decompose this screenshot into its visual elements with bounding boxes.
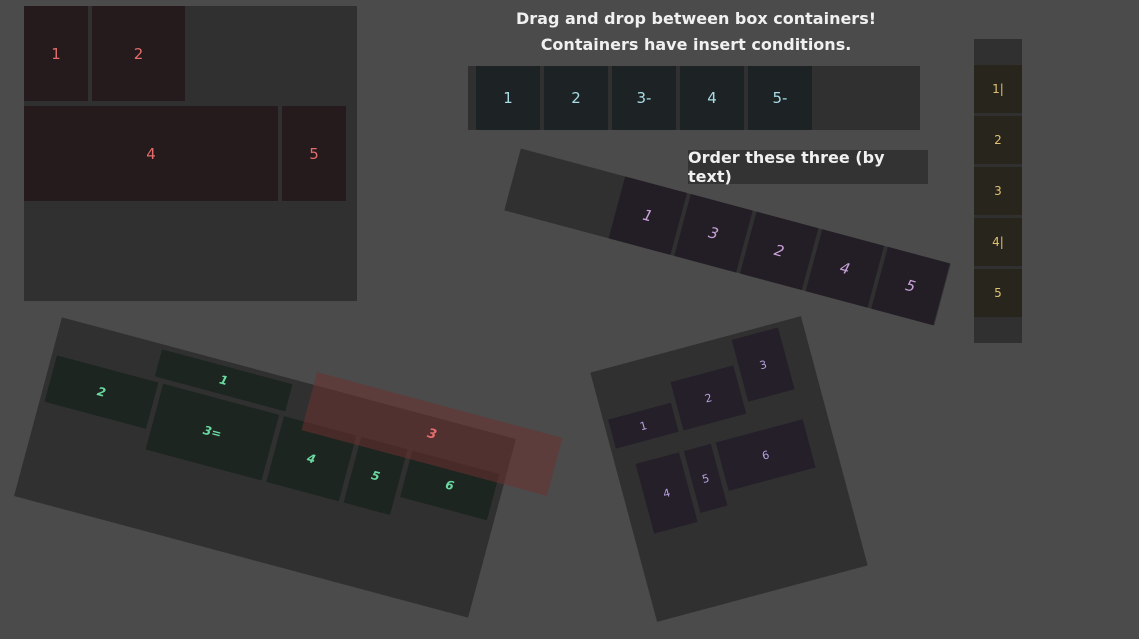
vertical-box-5[interactable]: 5 xyxy=(974,269,1022,317)
tilted-wrap-box-2[interactable]: 2 xyxy=(670,365,747,431)
row-box-container[interactable]: 1 2 3- 4 5- xyxy=(468,66,920,130)
vertical-box-4[interactable]: 4| xyxy=(974,218,1022,266)
row-box-2[interactable]: 2 xyxy=(544,66,608,130)
grid-box-5[interactable]: 5 xyxy=(282,106,346,201)
tilted-row-box-1[interactable]: 1 xyxy=(608,176,688,255)
row-box-1[interactable]: 1 xyxy=(476,66,540,130)
tilted-wrap-box-6[interactable]: 6 xyxy=(715,419,816,491)
tilted-row-box-4[interactable]: 4 xyxy=(805,229,885,308)
tilted-row-box-3[interactable]: 3 xyxy=(674,194,753,273)
grid-box-4[interactable]: 4 xyxy=(24,106,278,201)
row-box-3[interactable]: 3- xyxy=(612,66,676,130)
grid-box-1[interactable]: 1 xyxy=(24,6,88,101)
instruction-line-1: Drag and drop between box containers! xyxy=(515,9,877,28)
vertical-box-3[interactable]: 3 xyxy=(974,167,1022,215)
tilted-wrap-box-1[interactable]: 1 xyxy=(608,402,679,449)
vertical-box-1[interactable]: 1| xyxy=(974,65,1022,113)
grid-box-container[interactable]: 1 2 4 5 xyxy=(24,6,357,301)
tilted-wrap-box-container[interactable]: 1 2 3 4 5 6 xyxy=(590,316,868,622)
vertical-box-2[interactable]: 2 xyxy=(974,116,1022,164)
row-box-4[interactable]: 4 xyxy=(680,66,744,130)
tilted-row-box-5[interactable]: 5 xyxy=(871,246,950,326)
tilted-flow-box-2[interactable]: 2 xyxy=(44,355,159,429)
row-box-5[interactable]: 5- xyxy=(748,66,812,130)
order-by-text-button[interactable]: Order these three (by text) xyxy=(688,148,928,186)
vertical-box-container[interactable]: 1| 2 3 4| 5 xyxy=(974,39,1022,343)
grid-box-2[interactable]: 2 xyxy=(92,6,185,101)
tilted-row-box-2[interactable]: 2 xyxy=(739,211,819,291)
tilted-wrap-box-3[interactable]: 3 xyxy=(731,327,795,402)
instruction-line-2: Containers have insert conditions. xyxy=(540,35,852,54)
